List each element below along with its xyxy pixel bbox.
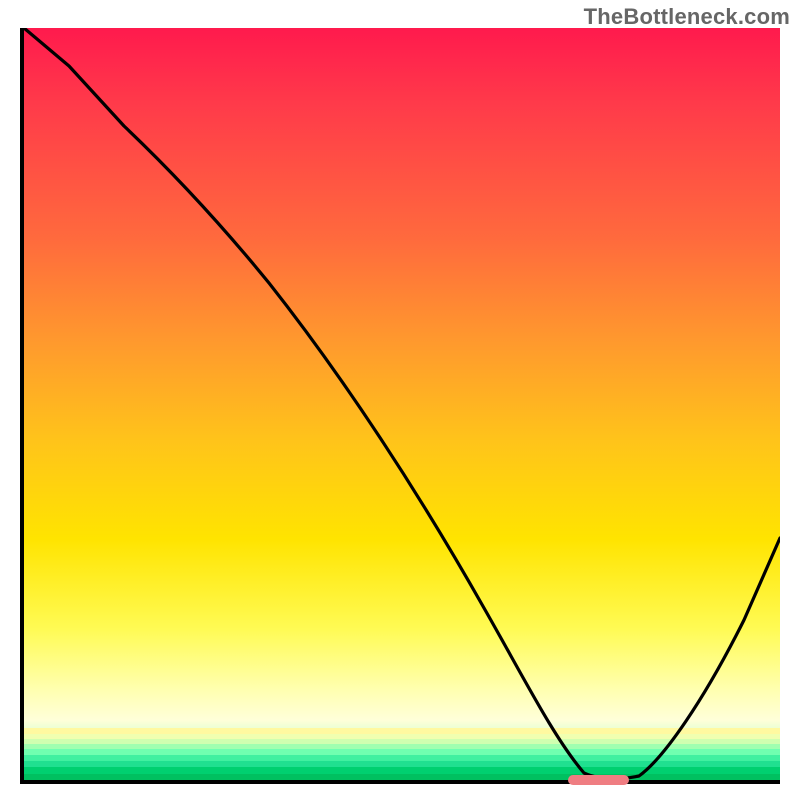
plot-area	[20, 28, 780, 784]
watermark-text: TheBottleneck.com	[584, 4, 790, 30]
chart-frame: TheBottleneck.com	[0, 0, 800, 800]
heat-gradient-background	[24, 28, 780, 780]
optimal-range-marker	[568, 775, 628, 785]
